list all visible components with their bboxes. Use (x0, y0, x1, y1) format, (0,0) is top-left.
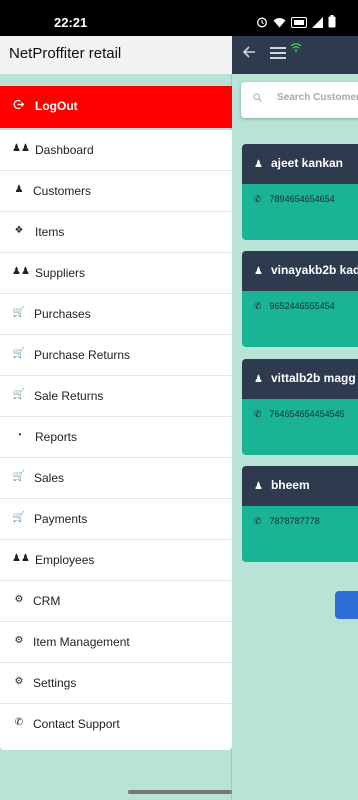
menu-item-label: Purchases (34, 307, 91, 321)
customer-name: bheem (270, 478, 310, 492)
user-icon: ♟ (14, 184, 24, 195)
customer-card[interactable]: ♟ vittalb2b magg ✆ 764654654454545 (242, 359, 358, 455)
menu-item-label: Reports (35, 430, 78, 444)
user-icon: ♟ (254, 481, 263, 492)
status-bar: 22:21 (0, 0, 358, 36)
menu-item-crm[interactable]: ⚙ CRM (0, 581, 232, 622)
menu-item-label: Dashboard (35, 143, 94, 157)
menu-item-item-management[interactable]: ⚙ Item Management (0, 622, 232, 663)
customer-card-body: ✆ 9652446555454 (242, 291, 358, 347)
cart-icon: 🛒 (12, 389, 26, 400)
add-customer-button[interactable] (335, 591, 358, 619)
menu-item-label: Item Management (33, 635, 130, 649)
users-icon: ♟♟ (12, 143, 30, 154)
menu-item-payments[interactable]: 🛒 Payments (0, 499, 232, 540)
customer-name: vittalb2b magg (270, 371, 356, 385)
online-wifi-icon (290, 42, 302, 55)
customer-list-screen: ♟ ajeet kankan ✆ 7894654654654 ♟ vinayakb2b… (232, 36, 358, 800)
customer-card-header: ♟ bheem (242, 466, 358, 506)
status-time: 22:21 (54, 15, 88, 30)
battery-icon (328, 15, 336, 33)
user-icon: ♟ (254, 266, 263, 277)
menu-item-label: Purchase Returns (34, 348, 131, 362)
customer-phone: 7878787778 (269, 516, 320, 526)
pie-chart-icon: ◔ (15, 430, 23, 441)
phone-icon: ✆ (254, 301, 262, 311)
customer-card-body: ✆ 7878787778 (242, 506, 358, 562)
menu-item-label: Sales (34, 471, 65, 485)
customer-phone: 9652446555454 (269, 301, 335, 311)
volte-icon (291, 15, 307, 33)
users-icon: ♟♟ (12, 266, 30, 277)
signal-icon (312, 15, 323, 33)
menu-item-contact-support[interactable]: ✆ Contact Support (0, 704, 232, 745)
customer-card-body: ✆ 764654654454545 (242, 399, 358, 455)
menu-item-label: Employees (35, 553, 95, 567)
customer-card[interactable]: ♟ vinayakb2b kad ✆ 9652446555454 (242, 251, 358, 347)
phone-icon: ✆ (254, 516, 262, 526)
customer-name: vinayakb2b kad (270, 263, 358, 277)
tag-icon: ❖ (14, 225, 24, 236)
menu-item-label: Customers (33, 184, 92, 198)
cart-icon: 🛒 (12, 471, 26, 482)
app-title: NetProffiter retail (9, 45, 122, 62)
menu-item-label: Payments (34, 512, 88, 526)
customer-card-header: ♟ ajeet kankan (242, 144, 358, 184)
phone-icon: ✆ (254, 409, 262, 419)
phone-icon: ✆ (254, 194, 262, 204)
status-icons (256, 15, 336, 33)
customer-card-header: ♟ vittalb2b magg (242, 359, 358, 399)
users-icon: ♟♟ (12, 553, 30, 564)
logout-button[interactable]: LogOut (0, 86, 232, 128)
gear-icon: ⚙ (14, 594, 24, 605)
customer-phone: 764654654454545 (269, 409, 345, 419)
menu-item-label: Contact Support (33, 717, 120, 731)
menu-item-employees[interactable]: ♟♟ Employees (0, 540, 232, 581)
menu-item-purchase-returns[interactable]: 🛒 Purchase Returns (0, 335, 232, 376)
navigation-drawer: NetProffiter retail LogOut ♟♟ Dashboard … (0, 36, 232, 800)
search-icon (253, 93, 262, 105)
cart-icon: 🛒 (12, 512, 26, 523)
customer-card-body: ✆ 7894654654654 (242, 184, 358, 240)
wifi-icon (273, 15, 286, 33)
gear-icon: ⚙ (14, 676, 24, 687)
cart-icon: 🛒 (12, 348, 26, 359)
back-arrow-icon[interactable] (242, 45, 256, 64)
customer-card[interactable]: ♟ bheem ✆ 7878787778 (242, 466, 358, 562)
customer-phone: 7894654654654 (269, 194, 335, 204)
user-icon: ♟ (254, 159, 263, 170)
menu-item-sale-returns[interactable]: 🛒 Sale Returns (0, 376, 232, 417)
drawer-menu-list: ♟♟ Dashboard ♟ Customers ❖ Items ♟♟ Supp… (0, 130, 232, 750)
menu-item-customers[interactable]: ♟ Customers (0, 171, 232, 212)
search-customer-input[interactable] (277, 92, 358, 103)
menu-item-settings[interactable]: ⚙ Settings (0, 663, 232, 704)
drawer-header: NetProffiter retail (0, 36, 232, 74)
app-toolbar (232, 36, 358, 74)
logout-label: LogOut (35, 99, 78, 113)
customer-card[interactable]: ♟ ajeet kankan ✆ 7894654654654 (242, 144, 358, 240)
cart-icon: 🛒 (12, 307, 26, 318)
menu-item-label: Settings (33, 676, 77, 690)
menu-item-items[interactable]: ❖ Items (0, 212, 232, 253)
menu-item-sales[interactable]: 🛒 Sales (0, 458, 232, 499)
customer-name: ajeet kankan (270, 156, 344, 170)
menu-item-suppliers[interactable]: ♟♟ Suppliers (0, 253, 232, 294)
search-customer-box[interactable] (241, 82, 358, 118)
menu-item-purchases[interactable]: 🛒 Purchases (0, 294, 232, 335)
customer-card-header: ♟ vinayakb2b kad (242, 251, 358, 291)
user-icon: ♟ (254, 374, 263, 385)
gear-icon: ⚙ (14, 635, 24, 646)
menu-item-reports[interactable]: ◔ Reports (0, 417, 232, 458)
hamburger-menu-icon[interactable] (270, 47, 286, 59)
menu-item-label: Suppliers (35, 266, 86, 280)
phone-icon: ✆ (14, 717, 24, 728)
menu-item-label: Items (35, 225, 65, 239)
home-indicator[interactable] (128, 790, 232, 794)
logout-icon (13, 99, 25, 113)
menu-item-label: Sale Returns (34, 389, 104, 403)
alarm-icon (256, 15, 268, 33)
menu-item-dashboard[interactable]: ♟♟ Dashboard (0, 130, 232, 171)
menu-item-label: CRM (33, 594, 61, 608)
